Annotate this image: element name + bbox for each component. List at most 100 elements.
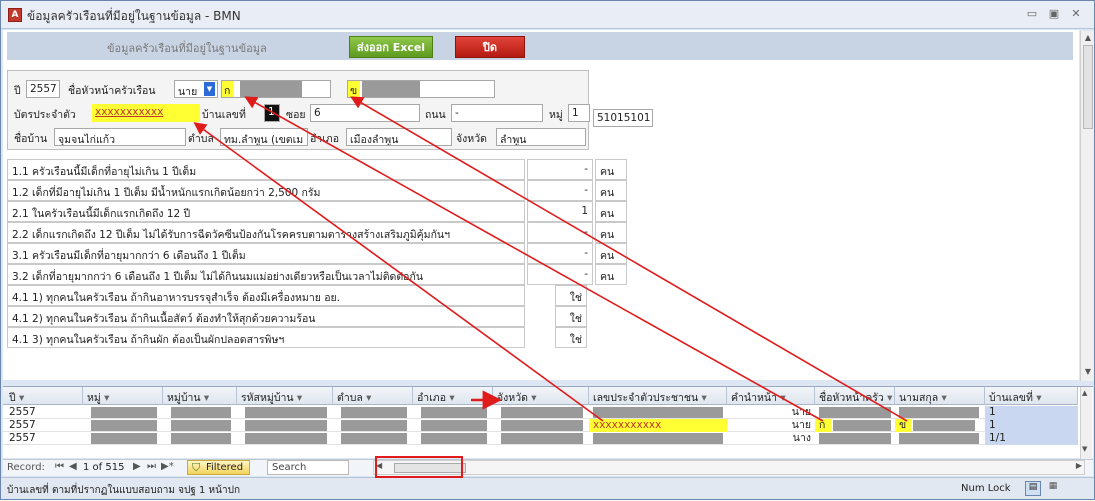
redacted-block (245, 433, 327, 444)
scroll-down-icon[interactable]: ▼ (1082, 366, 1094, 378)
sort-filter-icon[interactable]: ▾ (884, 392, 892, 404)
scroll-thumb[interactable] (394, 463, 466, 473)
last-record-icon[interactable]: ⏭ (147, 461, 156, 472)
question-value[interactable]: ใช่ (555, 327, 587, 348)
column-header[interactable]: หมู่บ้าน ▾ (163, 387, 237, 405)
cell-prefix[interactable]: นาย (727, 406, 815, 419)
record-position[interactable]: 1 of 515 (83, 462, 124, 473)
close-window-icon[interactable]: ✕ (1067, 6, 1085, 22)
question-value[interactable]: - (527, 264, 593, 285)
table-row[interactable]: 2557 นาย 1 (3, 406, 1078, 419)
cell-id[interactable]: xxxxxxxxxxx (589, 419, 727, 432)
sort-filter-icon[interactable]: ▾ (16, 392, 24, 404)
datasheet-vertical-scrollbar[interactable]: ▲ ▼ (1080, 387, 1092, 459)
column-header[interactable]: นามสกุล ▾ (895, 387, 985, 405)
last-name-field[interactable]: ข (347, 80, 495, 98)
filter-toggle[interactable]: ⛉ Filtered (187, 460, 251, 475)
sort-filter-icon[interactable]: ▾ (363, 392, 371, 404)
column-header[interactable]: ปี ▾ (5, 387, 83, 405)
table-row[interactable]: 2557 xxxxxxxxxxx นายก ข 1 (3, 419, 1078, 432)
question-value[interactable]: - (527, 222, 593, 243)
cell-last-name[interactable]: ข (895, 419, 911, 432)
amphoe-label: อำเภอ (310, 133, 340, 145)
cell-year[interactable]: 2557 (5, 432, 83, 445)
new-record-icon[interactable]: ▶* (161, 461, 174, 472)
cell-house-no[interactable]: 1/1 (985, 432, 1078, 445)
record-navigator: Record: ⏮ ◀ 1 of 515 ▶ ⏭ ▶* ⛉ Filtered S… (3, 459, 1093, 476)
redacted-block (341, 407, 407, 418)
cell-year[interactable]: 2557 (5, 419, 83, 432)
scroll-thumb[interactable] (1083, 45, 1093, 129)
form-header-title: ข้อมูลครัวเรือนที่มีอยู่ในฐานข้อมูล (107, 42, 267, 55)
year-field[interactable]: 2557 (26, 80, 60, 98)
first-name-field[interactable]: ก (221, 80, 331, 98)
question-value[interactable]: 1 (527, 201, 593, 222)
question-value[interactable]: - (527, 243, 593, 264)
amphoe-field[interactable]: เมืองลำพูน (346, 128, 452, 146)
sort-filter-icon[interactable]: ▾ (528, 392, 536, 404)
column-header[interactable]: ตำบล ▾ (333, 387, 413, 405)
tambon-field[interactable]: ทม.ลำพูน (เขตเม (220, 128, 308, 146)
next-record-icon[interactable]: ▶ (133, 461, 141, 472)
sort-filter-icon[interactable]: ▾ (938, 392, 947, 404)
province-field[interactable]: ลำพูน (496, 128, 586, 146)
sort-filter-icon[interactable]: ▾ (201, 392, 209, 404)
village-code-field[interactable]: 51015101 (593, 109, 653, 127)
soi-field[interactable]: 6 (310, 104, 420, 122)
search-box[interactable]: Search (267, 460, 349, 475)
cell-house-no[interactable]: 1 (985, 419, 1078, 432)
minimize-icon[interactable]: ▭ (1023, 6, 1041, 22)
question-text: 2.2 เด็กแรกเกิดถึง 12 ปีเต็ม ไม่ได้รับกา… (7, 222, 525, 243)
id-card-field[interactable]: xxxxxxxxxxx (92, 104, 200, 122)
sort-filter-icon[interactable]: ▾ (101, 392, 109, 404)
table-row[interactable]: 2557 นาง 1/1 (3, 432, 1078, 445)
scroll-up-icon[interactable]: ▲ (1082, 389, 1087, 397)
sort-filter-icon[interactable]: ▾ (698, 392, 707, 404)
cell-prefix[interactable]: นาย (727, 419, 815, 432)
chevron-down-icon[interactable]: ▼ (204, 82, 215, 96)
question-value[interactable]: ใช่ (555, 306, 587, 327)
village-field[interactable]: จุมจนไก่แก้ว (54, 128, 186, 146)
column-header[interactable]: รหัสหมู่บ้าน ▾ (237, 387, 333, 405)
scroll-left-icon[interactable]: ◀ (376, 461, 382, 470)
column-header[interactable]: อำเภอ ▾ (413, 387, 493, 405)
cell-year[interactable]: 2557 (5, 406, 83, 419)
datasheet-view-icon[interactable]: ▦ (1045, 481, 1061, 496)
column-header[interactable]: ชื่อหัวหน้าครัว ▾ (815, 387, 895, 405)
question-value[interactable]: - (527, 159, 593, 180)
question-value[interactable]: - (527, 180, 593, 201)
redacted-block (91, 433, 157, 444)
horizontal-scrollbar[interactable]: ◀ ▶ (373, 460, 1085, 475)
road-field[interactable]: - (451, 104, 543, 122)
sort-filter-icon[interactable]: ▾ (294, 392, 302, 404)
cell-house-no[interactable]: 1 (985, 406, 1078, 419)
question-row: 4.1 2) ทุกคนในครัวเรือน ถ้ากินเนื้อสัตว์… (7, 306, 627, 327)
sort-filter-icon[interactable]: ▾ (446, 392, 454, 404)
column-header[interactable]: เลขประจำตัวประชาชน ▾ (589, 387, 727, 405)
house-no-field[interactable]: 1 (264, 104, 280, 122)
sort-filter-icon[interactable]: ▾ (1033, 392, 1041, 404)
sort-filter-icon[interactable]: ▾ (777, 392, 785, 404)
column-header[interactable]: คำนำหน้า ▾ (727, 387, 815, 405)
scroll-down-icon[interactable]: ▼ (1082, 445, 1087, 453)
export-excel-button[interactable]: ส่งออก Excel (349, 36, 433, 58)
close-form-button[interactable]: ปิด (455, 36, 525, 58)
first-record-icon[interactable]: ⏮ (55, 461, 64, 472)
question-value[interactable]: ใช่ (555, 285, 587, 306)
column-header[interactable]: หมู่ ▾ (83, 387, 163, 405)
status-text: บ้านเลขที่ ตามที่ปรากฏในแบบสอบถาม จปฐ 1 … (7, 485, 240, 496)
column-header[interactable]: บ้านเลขที่ ▾ (985, 387, 1078, 405)
form-view-icon[interactable]: ▤ (1025, 481, 1041, 496)
cell-first-name[interactable]: ก (815, 419, 831, 432)
scroll-up-icon[interactable]: ▲ (1082, 32, 1094, 44)
form-vertical-scrollbar[interactable]: ▲ ▼ (1080, 31, 1094, 381)
maximize-icon[interactable]: ▣ (1045, 6, 1063, 22)
question-text: 4.1 1) ทุกคนในครัวเรือน ถ้ากินอาหารบรรจุ… (7, 285, 525, 306)
question-row: 1.2 เด็กที่มีอายุไม่เกิน 1 ปีเต็ม มีน้ำห… (7, 180, 627, 201)
scroll-right-icon[interactable]: ▶ (1076, 461, 1082, 470)
moo-field[interactable]: 1 (568, 104, 590, 122)
prev-record-icon[interactable]: ◀ (69, 461, 77, 472)
cell-prefix[interactable]: นาง (727, 432, 815, 445)
column-header[interactable]: จังหวัด ▾ (493, 387, 589, 405)
prefix-select[interactable]: นาย ▼ (174, 80, 218, 98)
